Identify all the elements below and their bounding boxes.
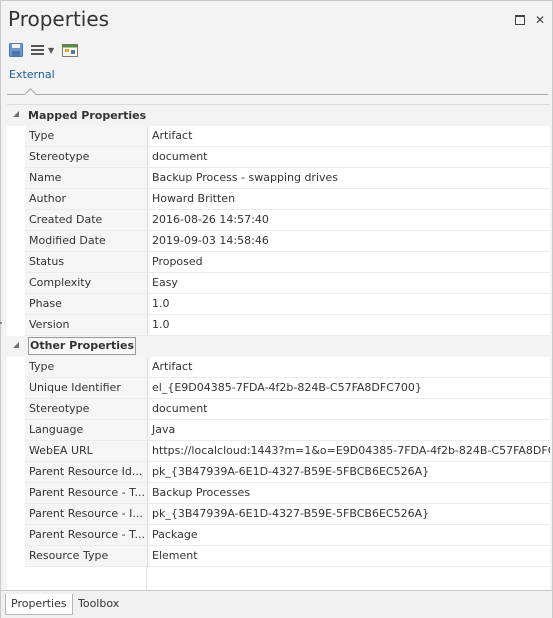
property-row: Complexity Easy <box>7 273 550 294</box>
close-icon: ✕ <box>534 13 546 27</box>
save-icon <box>9 43 23 57</box>
property-name: Parent Resource Id... <box>25 462 150 483</box>
property-name: Parent Resource - T... <box>25 525 150 546</box>
chevron-down-icon: ▼ <box>48 45 55 55</box>
property-value[interactable]: el_{E9D04385-7FDA-4f2b-824B-C57FA8DFC700… <box>147 378 550 399</box>
property-row: Modified Date 2019-09-03 14:58:46 <box>7 231 550 252</box>
property-row: Type Artifact <box>7 357 550 378</box>
properties-window: Properties ✕ ▼ External Mapped Propertie… <box>0 0 553 618</box>
property-name: Version <box>25 315 150 336</box>
property-value[interactable]: Backup Process - swapping drives <box>147 168 550 189</box>
menu-icon <box>31 45 44 55</box>
property-name: Author <box>25 189 150 210</box>
property-row: Parent Resource - T... Package <box>7 525 550 546</box>
property-name: Status <box>25 252 150 273</box>
property-value[interactable]: 2019-09-03 14:58:46 <box>147 231 550 252</box>
property-value[interactable]: Artifact <box>147 126 550 147</box>
tab-external[interactable]: External <box>9 68 55 81</box>
property-row: Stereotype document <box>7 147 550 168</box>
property-name: Stereotype <box>25 147 150 168</box>
maximize-button[interactable] <box>513 13 527 27</box>
property-value[interactable]: document <box>147 147 550 168</box>
group-label: Mapped Properties <box>28 109 147 122</box>
title-bar: Properties ✕ <box>1 1 552 37</box>
property-value[interactable]: pk_{3B47939A-6E1D-4327-B59E-5FBCB6EC526A… <box>147 504 550 525</box>
toolbar: ▼ <box>9 41 86 59</box>
property-value[interactable]: Proposed <box>147 252 550 273</box>
property-row: Parent Resource - I... pk_{3B47939A-6E1D… <box>7 504 550 525</box>
window-title: Properties <box>8 7 110 31</box>
property-row: Language Java <box>7 420 550 441</box>
property-row: Unique Identifier el_{E9D04385-7FDA-4f2b… <box>7 378 550 399</box>
property-value[interactable]: pk_{3B47939A-6E1D-4327-B59E-5FBCB6EC526A… <box>147 462 550 483</box>
group-mapped-properties[interactable]: Mapped Properties <box>7 105 550 126</box>
tab-toolbox[interactable]: Toolbox <box>73 594 124 614</box>
tab-strip: External <box>1 63 552 101</box>
property-row: Resource Type Element <box>7 546 550 567</box>
column-separator <box>146 567 147 591</box>
property-row: Status Proposed <box>7 252 550 273</box>
property-row: Name Backup Process - swapping drives <box>7 168 550 189</box>
property-value[interactable]: Java <box>147 420 550 441</box>
property-name: Stereotype <box>25 399 150 420</box>
property-name: Created Date <box>25 210 150 231</box>
property-row: Author Howard Britten <box>7 189 550 210</box>
property-value[interactable]: Artifact <box>147 357 550 378</box>
collapse-triangle-icon[interactable] <box>13 342 19 348</box>
group-label: Other Properties <box>28 337 136 355</box>
property-value[interactable]: Howard Britten <box>147 189 550 210</box>
property-row: WebEA URL https://localcloud:1443?m=1&o=… <box>7 441 550 462</box>
property-row: Parent Resource - T... Backup Processes <box>7 483 550 504</box>
tab-notch <box>24 88 37 101</box>
close-button[interactable]: ✕ <box>533 13 547 27</box>
property-grid: Mapped Properties Type Artifact Stereoty… <box>7 104 550 591</box>
property-name: Parent Resource - I... <box>25 504 150 525</box>
grid-empty-area <box>7 567 550 591</box>
collapse-triangle-icon[interactable] <box>13 111 19 117</box>
bottom-tab-strip: Properties Toolbox <box>1 590 552 618</box>
property-value[interactable]: Backup Processes <box>147 483 550 504</box>
other-properties-rows: Type Artifact Unique Identifier el_{E9D0… <box>7 357 550 567</box>
property-name: Type <box>25 126 150 147</box>
property-value[interactable]: https://localcloud:1443?m=1&o=E9D04385-7… <box>147 441 550 462</box>
property-name: Type <box>25 357 150 378</box>
property-name: Modified Date <box>25 231 150 252</box>
property-row: Stereotype document <box>7 399 550 420</box>
property-row: Version 1.0 <box>7 315 550 336</box>
group-other-properties[interactable]: Other Properties <box>7 336 550 357</box>
open-in-browser-icon <box>62 44 79 57</box>
save-button[interactable] <box>9 43 23 57</box>
property-value[interactable]: Element <box>147 546 550 567</box>
property-value[interactable]: Easy <box>147 273 550 294</box>
property-name: WebEA URL <box>25 441 150 462</box>
property-value[interactable]: Package <box>147 525 550 546</box>
open-in-browser-button[interactable] <box>62 43 79 57</box>
tab-properties[interactable]: Properties <box>5 594 73 615</box>
property-value[interactable]: document <box>147 399 550 420</box>
tab-divider <box>7 94 548 95</box>
property-name: Resource Type <box>25 546 150 567</box>
property-name: Parent Resource - T... <box>25 483 150 504</box>
property-name: Name <box>25 168 150 189</box>
property-value[interactable]: 1.0 <box>147 315 550 336</box>
property-name: Unique Identifier <box>25 378 150 399</box>
property-name: Complexity <box>25 273 150 294</box>
property-row: Phase 1.0 <box>7 294 550 315</box>
mapped-properties-rows: Type Artifact Stereotype document Name B… <box>7 126 550 336</box>
property-row: Parent Resource Id... pk_{3B47939A-6E1D-… <box>7 462 550 483</box>
maximize-icon <box>515 15 525 25</box>
property-value[interactable]: 1.0 <box>147 294 550 315</box>
property-value[interactable]: 2016-08-26 14:57:40 <box>147 210 550 231</box>
options-menu-button[interactable]: ▼ <box>31 45 54 55</box>
splitter-handle[interactable] <box>0 322 2 324</box>
property-row: Type Artifact <box>7 126 550 147</box>
property-name: Language <box>25 420 150 441</box>
property-row: Created Date 2016-08-26 14:57:40 <box>7 210 550 231</box>
property-name: Phase <box>25 294 150 315</box>
